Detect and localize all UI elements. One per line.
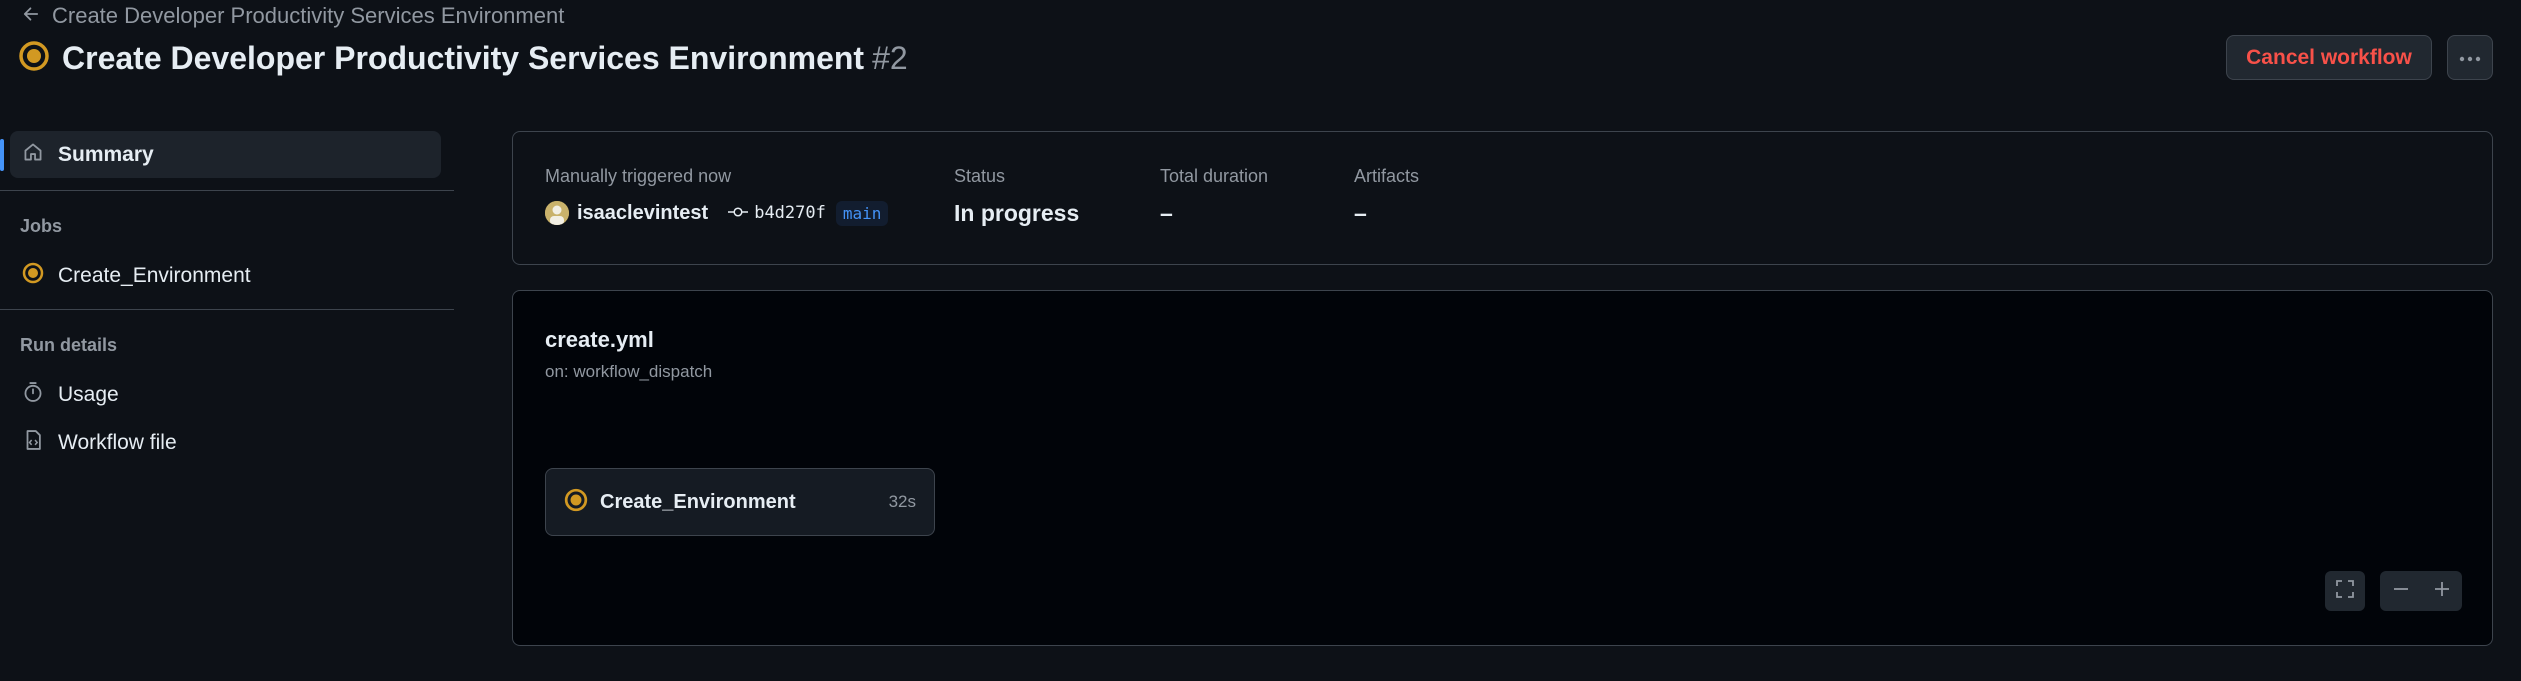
sidebar-item-create-environment[interactable]: Create_Environment [10, 252, 441, 299]
zoom-controls [2380, 571, 2462, 611]
plus-icon [2433, 580, 2451, 603]
run-details-heading: Run details [20, 335, 118, 355]
status-value: In progress [954, 199, 1080, 226]
in-progress-status-icon [18, 40, 50, 77]
workflow-file-name: create.yml [545, 327, 654, 352]
duration-meta: Total duration – [1160, 164, 1268, 228]
trigger-meta: Manually triggered now isaaclevintest b4… [545, 164, 889, 228]
sidebar-item-summary[interactable]: Summary [10, 131, 441, 178]
run-summary-card: Manually triggered now isaaclevintest b4… [512, 131, 2493, 265]
run-title: Create Developer Productivity Services E… [62, 39, 865, 76]
job-name: Create_Environment [600, 490, 796, 513]
artifacts-label: Artifacts [1354, 166, 1420, 186]
dash-icon [2392, 580, 2410, 603]
workflow-trigger: on: workflow_dispatch [545, 362, 713, 381]
run-number: #2 [872, 39, 908, 76]
commit-link[interactable]: b4d270f [728, 203, 826, 223]
stopwatch-icon [22, 381, 44, 409]
trigger-label: Manually triggered now [545, 166, 732, 186]
page-title-row: Create Developer Productivity Services E… [18, 38, 908, 78]
artifacts-value: – [1354, 199, 1367, 226]
zoom-out-button[interactable] [2380, 571, 2421, 611]
zoom-in-button[interactable] [2421, 571, 2462, 611]
home-icon [22, 141, 44, 169]
sidebar-divider [0, 190, 454, 191]
git-commit-icon [728, 203, 749, 223]
back-link-label: Create Developer Productivity Services E… [52, 3, 565, 28]
job-time: 32s [888, 492, 916, 511]
cancel-workflow-button[interactable]: Cancel workflow [2226, 35, 2432, 80]
duration-label: Total duration [1160, 166, 1269, 186]
arrow-left-icon [22, 3, 40, 29]
sidebar-item-label: Summary [58, 142, 154, 166]
sidebar-item-label: Create_Environment [58, 263, 251, 287]
avatar[interactable] [545, 201, 569, 225]
job-node-create-environment[interactable]: Create_Environment 32s [545, 468, 935, 536]
duration-value: – [1160, 199, 1173, 226]
in-progress-status-icon [564, 488, 588, 517]
sidebar-item-label: Workflow file [58, 430, 177, 454]
branch-label[interactable]: main [835, 200, 889, 226]
status-label: Status [954, 166, 1006, 186]
page-title: Create Developer Productivity Services E… [62, 40, 908, 77]
file-code-icon [22, 429, 44, 457]
kebab-horizontal-icon [2459, 49, 2481, 67]
more-options-button[interactable] [2447, 35, 2493, 80]
actor-link[interactable]: isaaclevintest [577, 202, 708, 225]
status-meta: Status In progress [954, 164, 1079, 228]
trigger-value: isaaclevintest b4d270f main [545, 198, 889, 228]
sidebar-item-workflow-file[interactable]: Workflow file [10, 419, 441, 466]
commit-sha: b4d270f [754, 203, 826, 223]
in-progress-status-icon [22, 262, 44, 290]
screen-full-icon [2334, 578, 2356, 605]
workflow-graph-card: create.yml on: workflow_dispatch Create_… [512, 290, 2493, 646]
sidebar-item-usage[interactable]: Usage [10, 371, 441, 418]
sidebar-item-label: Usage [58, 382, 119, 406]
fullscreen-button[interactable] [2325, 571, 2365, 611]
artifacts-meta: Artifacts – [1354, 164, 1419, 228]
sidebar-divider [0, 309, 454, 310]
active-indicator [0, 139, 4, 171]
jobs-heading: Jobs [20, 216, 63, 236]
back-link[interactable]: Create Developer Productivity Services E… [22, 2, 564, 30]
